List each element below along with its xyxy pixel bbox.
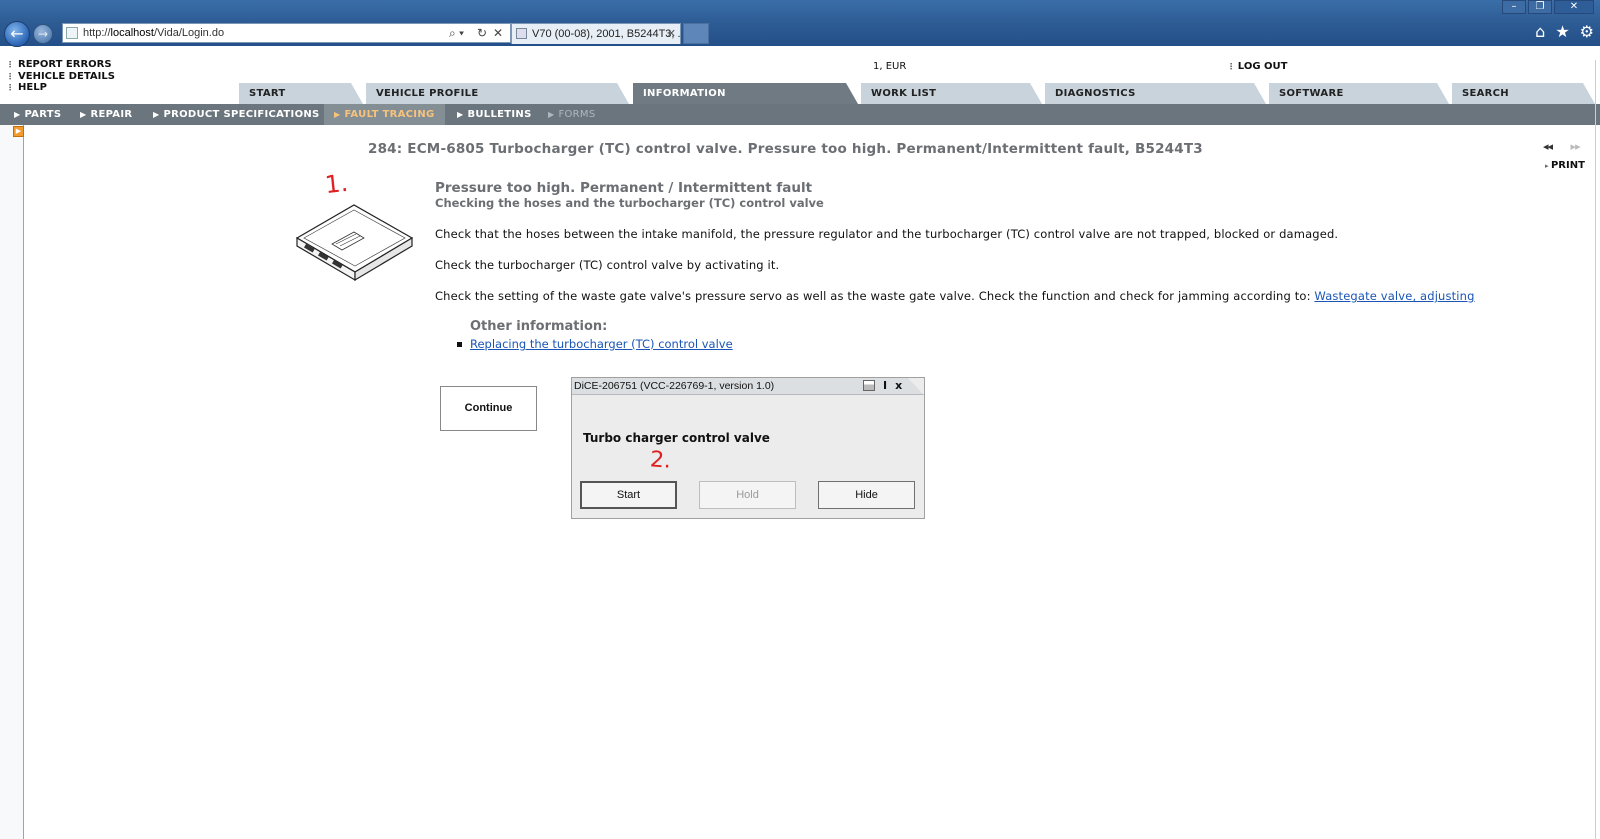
annotation-two: 2. xyxy=(649,447,672,474)
favorites-icon[interactable]: ★ xyxy=(1555,22,1569,41)
search-dropdown-icon[interactable]: ⌕ ▾ xyxy=(449,24,464,42)
page-icon xyxy=(66,27,78,39)
tab-search[interactable]: SEARCH xyxy=(1452,83,1595,104)
dialog-title-icons: I x xyxy=(863,379,902,392)
subnav-bulletins[interactable]: ▶ BULLETINS xyxy=(457,104,532,125)
browser-tab[interactable]: V70 (00-08), 2001, B5244T3, ... ✕ xyxy=(511,23,681,44)
logout-link[interactable]: LOG OUT xyxy=(1227,61,1288,72)
page-title: 284: ECM-6805 Turbocharger (TC) control … xyxy=(368,141,1203,157)
continue-button[interactable]: Continue xyxy=(440,386,537,431)
left-panel xyxy=(0,125,24,839)
section-subheading: Checking the hoses and the turbocharger … xyxy=(435,196,824,210)
minimize-icon[interactable]: – xyxy=(1502,0,1526,14)
close-icon[interactable]: x xyxy=(895,379,902,392)
waste-gate-text: Check the setting of the waste gate valv… xyxy=(435,289,1311,303)
subnav-forms[interactable]: ▶ FORMS xyxy=(548,104,596,125)
previous-page-icon[interactable]: ◂◂ xyxy=(1543,140,1553,153)
refresh-icon[interactable]: ↻ xyxy=(477,24,487,42)
subnav-product-specifications[interactable]: ▶ PRODUCT SPECIFICATIONS xyxy=(153,104,320,125)
other-information-heading: Other information: xyxy=(470,319,608,334)
tab-vehicle-profile[interactable]: VEHICLE PROFILE xyxy=(366,83,629,104)
sub-navigation: ▶ PARTS ▶ REPAIR ▶ PRODUCT SPECIFICATIONS ▶… xyxy=(0,104,1600,125)
gear-icon[interactable]: ⚙ xyxy=(1580,22,1594,41)
printer-icon[interactable] xyxy=(863,380,875,391)
stop-icon[interactable]: ✕ xyxy=(493,24,503,42)
next-page-icon[interactable]: ▸▸ xyxy=(1571,140,1581,153)
close-window-icon[interactable]: ✕ xyxy=(1554,0,1594,14)
tab-diagnostics[interactable]: DIAGNOSTICS xyxy=(1045,83,1266,104)
window-controls: – ❐ ✕ xyxy=(1502,0,1594,14)
tab-software[interactable]: SOFTWARE xyxy=(1269,83,1449,104)
bullet-icon xyxy=(457,342,462,347)
new-tab-button[interactable] xyxy=(683,23,709,44)
home-icon[interactable]: ⌂ xyxy=(1535,22,1545,41)
tab-title: V70 (00-08), 2001, B5244T3, ... xyxy=(532,28,681,40)
wastegate-valve-link[interactable]: Wastegate valve, adjusting xyxy=(1314,289,1474,303)
tab-information[interactable]: INFORMATION xyxy=(633,83,858,104)
restore-icon[interactable]: ❐ xyxy=(1528,0,1552,14)
forward-icon[interactable]: → xyxy=(33,24,53,44)
main-tabs: START VEHICLE PROFILE INFORMATION WORK L… xyxy=(0,83,1600,104)
section-heading: Pressure too high. Permanent / Intermitt… xyxy=(435,180,813,196)
address-bar[interactable]: http://localhost/Vida/Login.do ⌕ ▾ ↻ ✕ xyxy=(62,23,511,43)
annotation-one: 1. xyxy=(323,168,350,200)
print-link[interactable]: PRINT xyxy=(1545,160,1585,171)
subnav-parts[interactable]: ▶ PARTS xyxy=(14,104,61,125)
account-info: 1, EUR xyxy=(873,61,907,72)
start-button[interactable]: Start xyxy=(580,481,677,509)
replacing-valve-link[interactable]: Replacing the turbocharger (TC) control … xyxy=(470,337,733,351)
ecu-module-illustration xyxy=(295,204,414,282)
vehicle-details-link[interactable]: VEHICLE DETAILS xyxy=(6,71,115,83)
dice-dialog: DiCE-206751 (VCC-226769-1, version 1.0) … xyxy=(571,377,925,519)
tab-start[interactable]: START xyxy=(239,83,363,104)
instruction-waste-gate: Check the setting of the waste gate valv… xyxy=(435,289,1475,303)
back-icon[interactable]: ← xyxy=(4,21,30,47)
scrollbar-edge xyxy=(1595,60,1596,839)
tab-page-icon xyxy=(516,28,527,39)
report-errors-link[interactable]: REPORT ERRORS xyxy=(6,59,115,71)
list-item: Replacing the turbocharger (TC) control … xyxy=(457,337,733,351)
tab-close-icon[interactable]: ✕ xyxy=(667,24,676,44)
hide-button[interactable]: Hide xyxy=(818,481,915,509)
info-icon[interactable]: I xyxy=(883,379,887,392)
component-label: Turbo charger control valve xyxy=(583,431,770,445)
subnav-fault-tracing[interactable]: ▶ FAULT TRACING xyxy=(324,104,445,125)
tab-work-list[interactable]: WORK LIST xyxy=(861,83,1042,104)
browser-tool-icons: ⌂ ★ ⚙ xyxy=(1535,22,1594,41)
expand-panel-icon[interactable]: ▶ xyxy=(13,126,24,137)
instruction-hoses: Check that the hoses between the intake … xyxy=(435,227,1339,241)
pager: ◂◂ ▸▸ xyxy=(1543,140,1581,153)
hold-button[interactable]: Hold xyxy=(699,481,796,509)
instruction-activate-valve: Check the turbocharger (TC) control valv… xyxy=(435,258,780,272)
browser-toolbar: ← → http://localhost/Vida/Login.do ⌕ ▾ ↻… xyxy=(0,0,1600,47)
subnav-repair[interactable]: ▶ REPAIR xyxy=(80,104,132,125)
url-text: http://localhost/Vida/Login.do xyxy=(83,27,225,39)
